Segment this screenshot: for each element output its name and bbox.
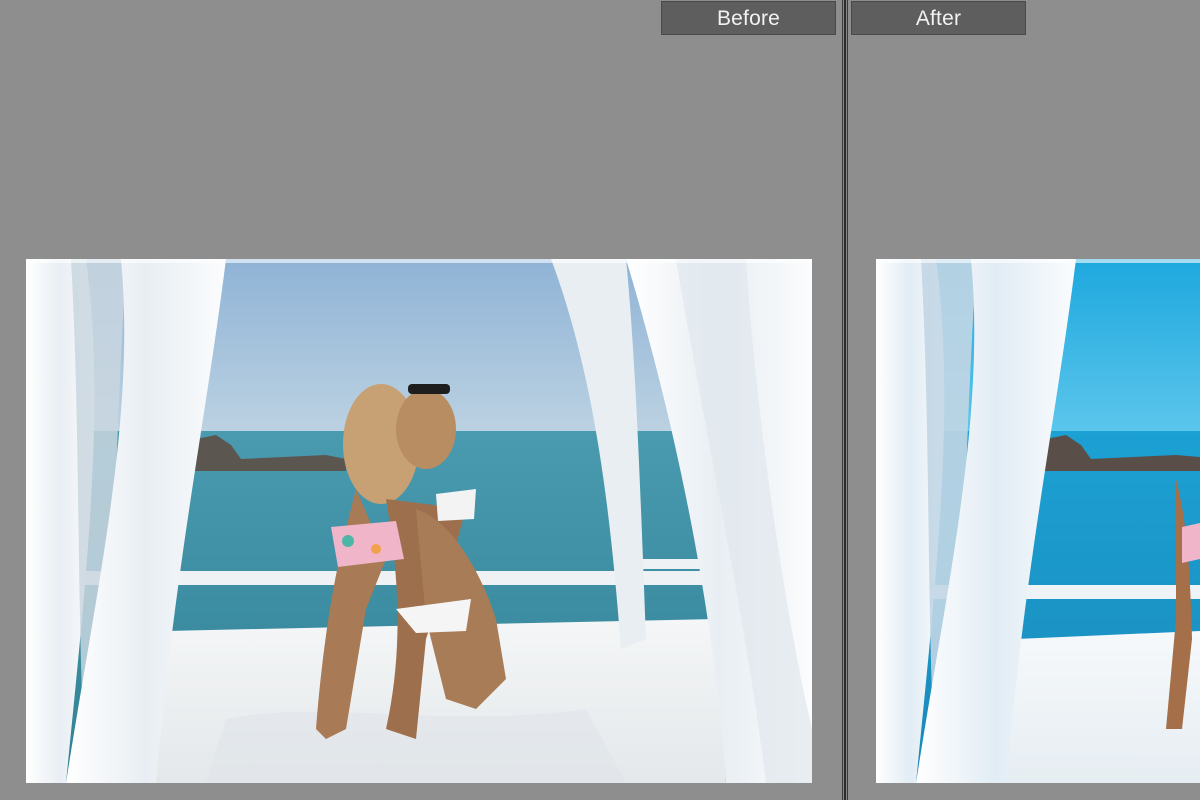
- beach-photo-icon: [26, 259, 812, 783]
- before-label: Before: [661, 1, 836, 35]
- before-photo[interactable]: [26, 259, 812, 783]
- before-after-viewer: Before After: [0, 0, 1200, 800]
- after-pane[interactable]: After: [848, 0, 1200, 800]
- after-label: After: [851, 1, 1026, 35]
- before-pane[interactable]: Before: [0, 0, 842, 800]
- after-photo[interactable]: [876, 259, 1200, 783]
- beach-photo-icon: [876, 259, 1200, 783]
